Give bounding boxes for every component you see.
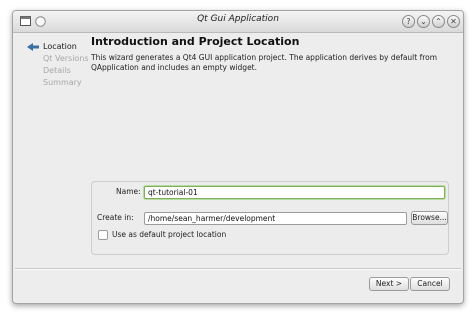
window-title: Qt Gui Application: [197, 14, 279, 24]
step-label: Location: [43, 42, 77, 51]
help-button[interactable]: ?: [402, 15, 415, 28]
maximize-button[interactable]: ⌃: [432, 15, 445, 28]
minimize-button[interactable]: ⌄: [417, 15, 430, 28]
default-location-checkbox[interactable]: [98, 230, 108, 240]
step-summary: Summary: [23, 77, 93, 89]
step-details: Details: [23, 65, 93, 77]
browse-button[interactable]: Browse...: [411, 211, 448, 225]
step-qt-versions: Qt Versions: [23, 53, 93, 65]
step-label: Summary: [43, 78, 82, 87]
create-in-label: Create in:: [97, 213, 134, 222]
title-bar[interactable]: Qt Gui Application ? ⌄ ⌃ ✕: [13, 11, 463, 33]
footer-divider: [15, 268, 461, 270]
close-button[interactable]: ✕: [447, 15, 460, 28]
cancel-button[interactable]: Cancel: [410, 277, 450, 291]
wizard-window: Qt Gui Application ? ⌄ ⌃ ✕ Location Qt V…: [12, 10, 464, 304]
name-label: Name:: [116, 187, 141, 196]
location-form: Name: qt-tutorial-01 Create in: /home/se…: [91, 181, 449, 255]
step-label: Details: [43, 66, 71, 75]
page-title: Introduction and Project Location: [91, 35, 300, 48]
create-in-field[interactable]: /home/sean_harmer/development: [144, 212, 407, 225]
step-label: Qt Versions: [43, 54, 89, 63]
next-button[interactable]: Next >: [369, 277, 409, 291]
wizard-steps: Location Qt Versions Details Summary: [23, 41, 93, 89]
name-field[interactable]: qt-tutorial-01: [144, 186, 445, 199]
step-location: Location: [23, 41, 93, 53]
page-description: This wizard generates a Qt4 GUI applicat…: [91, 53, 438, 72]
default-location-label[interactable]: Use as default project location: [112, 230, 226, 239]
